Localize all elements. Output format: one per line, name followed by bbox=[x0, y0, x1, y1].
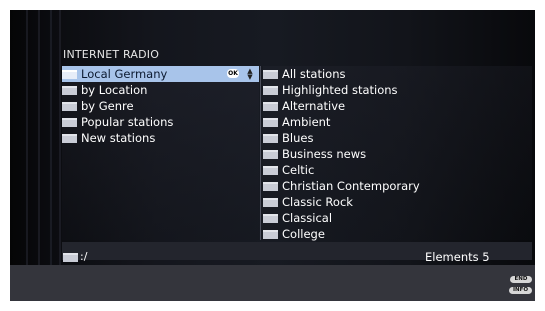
list-item-label: Local Germany bbox=[81, 67, 168, 81]
folder-icon bbox=[263, 70, 278, 79]
list-item-label: Popular stations bbox=[81, 115, 174, 129]
folder-icon bbox=[263, 134, 278, 143]
elements-count: Elements 5 bbox=[425, 250, 490, 264]
list-item-label: Ambient bbox=[282, 115, 331, 129]
list-item-label: by Genre bbox=[81, 99, 134, 113]
list-item-label: Celtic bbox=[282, 163, 315, 177]
folder-icon bbox=[63, 253, 78, 262]
list-item-label: by Location bbox=[81, 83, 148, 97]
end-button[interactable]: END bbox=[510, 276, 532, 283]
folder-icon bbox=[62, 70, 77, 79]
background-stripe bbox=[26, 10, 28, 265]
station-list: All stations Highlighted stations Altern… bbox=[263, 66, 532, 241]
path-label: :/ bbox=[80, 250, 88, 263]
list-item-label: College bbox=[282, 227, 325, 241]
list-item-label: Classical bbox=[282, 211, 333, 225]
folder-icon bbox=[263, 182, 278, 191]
folder-icon bbox=[263, 118, 278, 127]
pane-divider bbox=[260, 66, 261, 240]
list-item-label: Christian Contemporary bbox=[282, 179, 420, 193]
background-stripe bbox=[59, 10, 61, 265]
list-item-local-germany[interactable]: Local Germany OK ▲ ▼ bbox=[62, 66, 259, 82]
info-button[interactable]: INFO bbox=[509, 287, 532, 294]
up-down-arrows-icon: ▲ ▼ bbox=[247, 67, 253, 81]
ok-icon: OK bbox=[227, 69, 239, 78]
folder-icon bbox=[62, 118, 77, 127]
internet-radio-screen: INTERNET RADIO Local Germany OK ▲ ▼ by Lo… bbox=[10, 10, 535, 301]
list-item-label: Blues bbox=[282, 131, 314, 145]
folder-icon bbox=[263, 230, 278, 239]
folder-icon bbox=[263, 166, 278, 175]
folder-icon bbox=[62, 134, 77, 143]
background-stripe bbox=[50, 10, 52, 265]
category-list: Local Germany OK ▲ ▼ by Location by Genre… bbox=[62, 66, 259, 240]
folder-icon bbox=[263, 214, 278, 223]
page-title: INTERNET RADIO bbox=[63, 48, 160, 61]
folder-icon bbox=[263, 150, 278, 159]
list-item-label: Highlighted stations bbox=[282, 83, 398, 97]
folder-icon bbox=[263, 198, 278, 207]
list-item-label: New stations bbox=[81, 131, 156, 145]
folder-icon bbox=[62, 86, 77, 95]
list-item-label: All stations bbox=[282, 67, 346, 81]
list-item-label: Alternative bbox=[282, 99, 346, 113]
bottom-panel bbox=[10, 265, 535, 301]
list-item-label: Classic Rock bbox=[282, 195, 353, 209]
folder-icon bbox=[263, 86, 278, 95]
folder-icon bbox=[263, 102, 278, 111]
background-stripe bbox=[38, 10, 40, 265]
folder-icon bbox=[62, 102, 77, 111]
list-item-label: Business news bbox=[282, 147, 367, 161]
